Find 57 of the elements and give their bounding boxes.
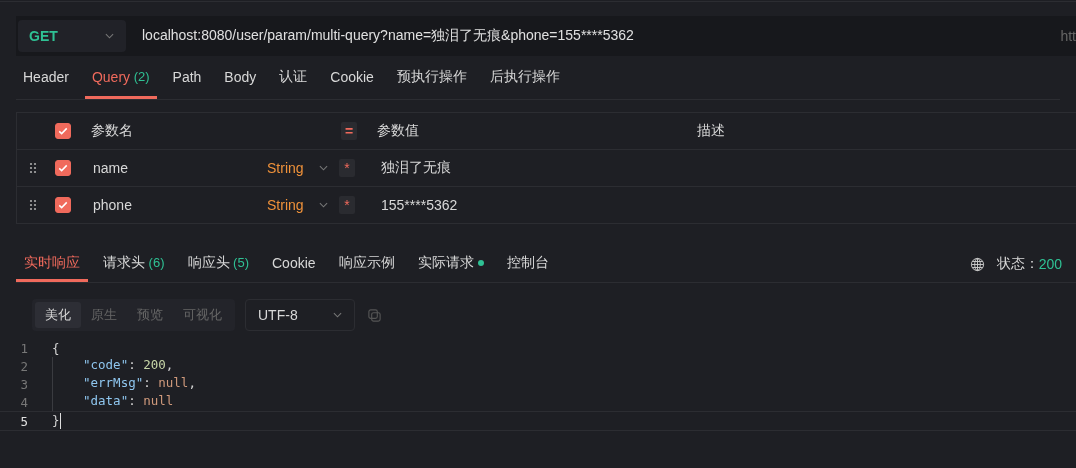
code-line: } [52,413,61,429]
response-tab[interactable]: 控制台 [498,246,557,282]
caret-icon[interactable] [319,202,328,208]
request-tab[interactable]: 预执行操作 [389,57,474,99]
request-tab[interactable]: 认证 [272,57,315,99]
url-hint: htt [1060,28,1076,44]
drag-handle-icon[interactable] [29,199,37,211]
response-tab[interactable]: 响应头 (5) [179,246,257,282]
checkbox[interactable] [55,197,71,213]
type-select[interactable]: String [267,160,304,176]
request-tab[interactable]: Query (2) [84,57,157,99]
type-select[interactable]: String [267,197,304,213]
equals-badge: = [341,122,357,140]
line-number: 1 [19,340,29,356]
globe-icon[interactable] [969,256,985,272]
line-number: 3 [19,376,29,392]
response-tab[interactable]: 实际请求 [409,246,492,282]
request-tab[interactable]: Cookie [323,57,381,99]
request-tab[interactable]: 后执行操作 [482,57,567,99]
response-tab[interactable]: 请求头 (6) [95,246,173,282]
response-tab[interactable]: 响应示例 [330,246,403,282]
checkbox[interactable] [55,123,71,139]
param-value[interactable]: 155****5362 [381,197,458,213]
response-tab[interactable]: Cookie [264,246,324,282]
line-number: 4 [19,394,29,410]
view-mode-tab[interactable]: 美化 [35,302,81,328]
checkbox[interactable] [55,160,71,176]
drag-handle-icon[interactable] [29,162,37,174]
caret-icon[interactable] [319,165,328,171]
status-code: 200 [1038,256,1062,272]
checkmark-icon [57,162,69,174]
response-tab[interactable]: 实时响应 [16,246,88,282]
checkmark-icon [57,199,69,211]
encoding-select[interactable]: UTF-8 [245,299,355,331]
caret-icon [333,312,342,318]
code-line: { [52,340,60,356]
request-tab[interactable]: Path [165,57,209,99]
code-line: "data": null [52,393,174,411]
param-name[interactable]: phone [93,197,132,213]
caret-icon [105,33,114,39]
column-header: 参数值 [377,122,419,138]
required-badge[interactable]: * [339,159,355,177]
required-badge[interactable]: * [339,196,355,214]
line-number: 2 [19,358,29,374]
param-name[interactable]: name [93,160,129,176]
checkmark-icon [57,125,69,137]
url-field[interactable]: localhost:8080/user/param/multi-query?name=独泪了无痕&phone=155****5362 [142,27,634,45]
request-tab[interactable]: Header [16,57,76,99]
status-label: 状态： [996,255,1039,273]
column-header: 参数名 [91,122,133,138]
method-select[interactable]: GET [18,20,126,52]
code-line: "code": 200, [52,357,174,375]
line-number: 5 [19,413,29,429]
column-header: 描述 [697,122,725,138]
request-tab[interactable]: Body [217,57,264,99]
param-value[interactable]: 独泪了无痕 [381,159,451,175]
code-line: "errMsg": null, [52,375,196,393]
